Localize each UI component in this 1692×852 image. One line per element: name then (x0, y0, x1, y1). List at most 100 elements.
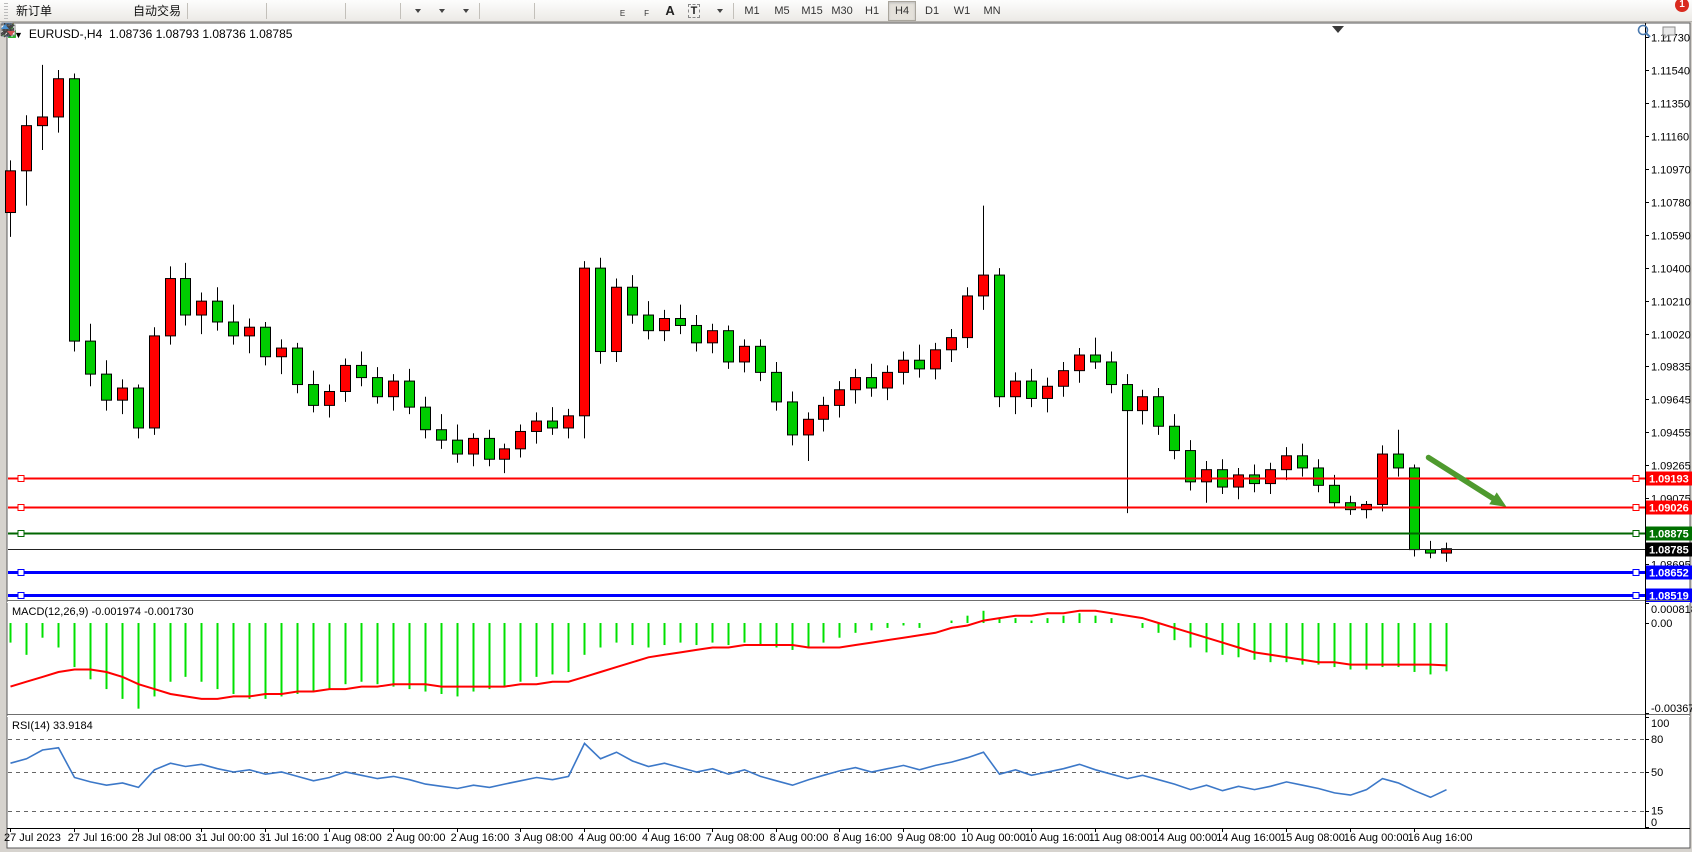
periods-button[interactable] (428, 1, 452, 21)
timeframe-button-MN[interactable]: MN (978, 1, 1006, 21)
svg-text:80: 80 (1651, 734, 1663, 746)
timeframe-button-D1[interactable]: D1 (918, 1, 946, 21)
vertical-line-tool-button[interactable] (538, 1, 562, 21)
timeframe-button-M1[interactable]: M1 (738, 1, 766, 21)
candle (373, 378, 383, 397)
candle (197, 301, 207, 315)
svg-text:1.11540: 1.11540 (1651, 66, 1690, 78)
timeframe-button-H4[interactable]: H4 (888, 1, 916, 21)
svg-text:4 Aug 00:00: 4 Aug 00:00 (578, 832, 637, 844)
line-handle[interactable] (1633, 593, 1639, 599)
candle (1107, 362, 1117, 385)
candle (1202, 470, 1212, 482)
text-tool-button[interactable]: A (658, 1, 682, 21)
timeframe-button-W1[interactable]: W1 (948, 1, 976, 21)
fibonacci-tool-button[interactable]: F (634, 1, 658, 21)
cursor-button[interactable] (483, 1, 507, 21)
svg-text:2 Aug 16:00: 2 Aug 16:00 (451, 832, 510, 844)
svg-text:27 Jul 16:00: 27 Jul 16:00 (68, 832, 128, 844)
line-handle[interactable] (1633, 531, 1639, 537)
autotrading-label: 自动交易 (133, 2, 181, 19)
timeframe-button-M30[interactable]: M30 (828, 1, 856, 21)
text-label-icon: T (688, 4, 701, 18)
price-label: 1.09193 (1649, 474, 1689, 486)
price-label: 1.08652 (1649, 568, 1689, 580)
svg-text:1.10210: 1.10210 (1651, 297, 1691, 309)
notifications-button[interactable]: 1 (1660, 1, 1684, 21)
svg-text:0.00: 0.00 (1651, 618, 1672, 630)
line-handle[interactable] (18, 593, 24, 599)
bar-chart-button[interactable] (191, 1, 215, 21)
candle (612, 287, 622, 351)
line-handle[interactable] (18, 531, 24, 537)
candle (644, 315, 654, 331)
candle (947, 338, 957, 350)
svg-text:7 Aug 08:00: 7 Aug 08:00 (706, 832, 765, 844)
new-order-button[interactable]: 新订单 (10, 1, 55, 21)
line-handle[interactable] (18, 476, 24, 482)
svg-text:1.09835: 1.09835 (1651, 362, 1691, 374)
candle (1298, 456, 1308, 468)
toolbar-grip[interactable] (4, 3, 8, 19)
timeframe-button-M5[interactable]: M5 (768, 1, 796, 21)
toolbar-separator (534, 3, 535, 19)
candle (1011, 381, 1021, 397)
templates-button[interactable] (452, 1, 476, 21)
toolbar-right: 1 (1636, 1, 1684, 21)
line-handle[interactable] (1633, 505, 1639, 511)
toolbar: 新订单 自动交易 (0, 0, 1692, 22)
svg-text:14 Aug 00:00: 14 Aug 00:00 (1152, 832, 1217, 844)
search-icon (1636, 23, 1652, 39)
notification-badge: 1 (1675, 0, 1689, 12)
line-handle[interactable] (1633, 476, 1639, 482)
navigator-button[interactable] (103, 1, 127, 21)
candle (580, 268, 590, 416)
text-label-tool-button[interactable]: T (682, 1, 706, 21)
chart-shift-button[interactable] (373, 1, 397, 21)
svg-text:0: 0 (1651, 817, 1657, 829)
horizontal-line-tool-button[interactable] (562, 1, 586, 21)
candle (1186, 451, 1196, 482)
candle (293, 348, 303, 384)
arrow-shapes-icon (0, 22, 16, 38)
timeframe-button-H1[interactable]: H1 (858, 1, 886, 21)
svg-text:4 Aug 16:00: 4 Aug 16:00 (642, 832, 701, 844)
market-watch-button[interactable] (55, 1, 79, 21)
crosshair-button[interactable] (507, 1, 531, 21)
candle (453, 440, 463, 454)
candle (245, 327, 255, 336)
candlestick-chart-button[interactable] (215, 1, 239, 21)
arrows-tool-button[interactable] (706, 1, 730, 21)
candle (309, 385, 319, 406)
data-window-button[interactable] (79, 1, 103, 21)
svg-text:14 Aug 16:00: 14 Aug 16:00 (1216, 832, 1281, 844)
chat-bubble-icon (1661, 24, 1679, 40)
chart-canvas: 1.117301.115401.113501.111601.109701.107… (0, 22, 1692, 852)
candle (931, 350, 941, 369)
candle (421, 407, 431, 430)
chart-shift-marker-icon[interactable] (1332, 26, 1344, 33)
trendline-tool-button[interactable] (586, 1, 610, 21)
search-button[interactable] (1636, 1, 1660, 21)
tile-windows-button[interactable] (318, 1, 342, 21)
timeframe-button-M15[interactable]: M15 (798, 1, 826, 21)
toolbar-separator (187, 3, 188, 19)
auto-scroll-button[interactable] (349, 1, 373, 21)
indicators-button[interactable] (404, 1, 428, 21)
channel-tool-button[interactable]: E (610, 1, 634, 21)
line-handle[interactable] (1633, 570, 1639, 576)
line-handle[interactable] (18, 505, 24, 511)
candle (548, 421, 558, 428)
zoom-in-button[interactable] (270, 1, 294, 21)
dropdown-caret-icon (717, 9, 723, 13)
candle (405, 381, 415, 407)
svg-text:1.10020: 1.10020 (1651, 330, 1691, 342)
candle (6, 171, 16, 213)
zoom-out-button[interactable] (294, 1, 318, 21)
candle (357, 365, 367, 377)
svg-text:1.10970: 1.10970 (1651, 165, 1691, 177)
autotrading-button[interactable]: 自动交易 (127, 1, 184, 21)
line-handle[interactable] (18, 570, 24, 576)
candle (692, 325, 702, 342)
line-chart-button[interactable] (239, 1, 263, 21)
